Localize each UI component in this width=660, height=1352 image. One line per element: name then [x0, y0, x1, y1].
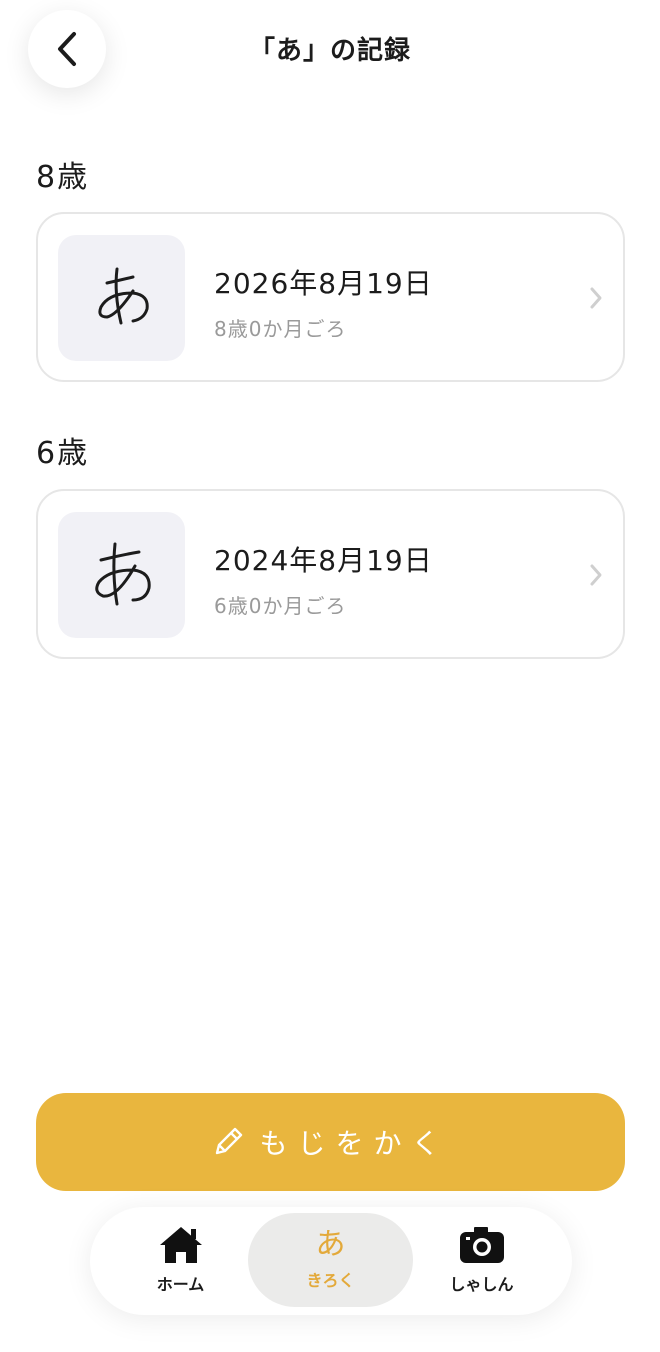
chevron-right-icon: [590, 287, 602, 309]
tab-label: ホーム: [156, 1275, 205, 1294]
write-character-button[interactable]: もじをかく: [36, 1093, 625, 1191]
tab-photos[interactable]: しゃしん: [399, 1213, 564, 1307]
handwritten-character: [94, 542, 151, 606]
record-card[interactable]: 2026年8月19日 8歳0か月ごろ: [36, 212, 625, 382]
chevron-right-icon: [590, 564, 602, 586]
camera-icon: [459, 1227, 504, 1263]
tab-records[interactable]: あ きろく: [248, 1213, 413, 1307]
handwriting-thumbnail: [58, 512, 185, 638]
tab-label: きろく: [306, 1271, 355, 1290]
age-heading: 6歳: [36, 436, 90, 471]
home-icon: [159, 1227, 202, 1263]
write-button-label: もじをかく: [259, 1127, 450, 1160]
record-age: 6歳0か月ごろ: [214, 594, 347, 618]
record-card[interactable]: 2024年8月19日 6歳0か月ごろ: [36, 489, 625, 659]
handwritten-character: [97, 267, 149, 325]
tab-home[interactable]: ホーム: [98, 1213, 263, 1307]
record-screen: 「あ」の記録 8歳 2026年8月19日 8歳0か月ごろ 6歳 2024年8月1…: [0, 0, 660, 1352]
hiragana-a-icon: あ: [315, 1227, 346, 1262]
bottom-tab-bar: ホーム あ きろく しゃしん: [90, 1207, 572, 1315]
pencil-icon: [211, 1125, 245, 1159]
record-date: 2024年8月19日: [214, 544, 433, 577]
record-date: 2026年8月19日: [214, 267, 433, 300]
page-title: 「あ」の記録: [248, 36, 411, 66]
age-heading: 8歳: [36, 160, 90, 195]
tab-label: しゃしん: [449, 1275, 514, 1294]
handwriting-thumbnail: [58, 235, 185, 361]
record-age: 8歳0か月ごろ: [214, 317, 347, 341]
